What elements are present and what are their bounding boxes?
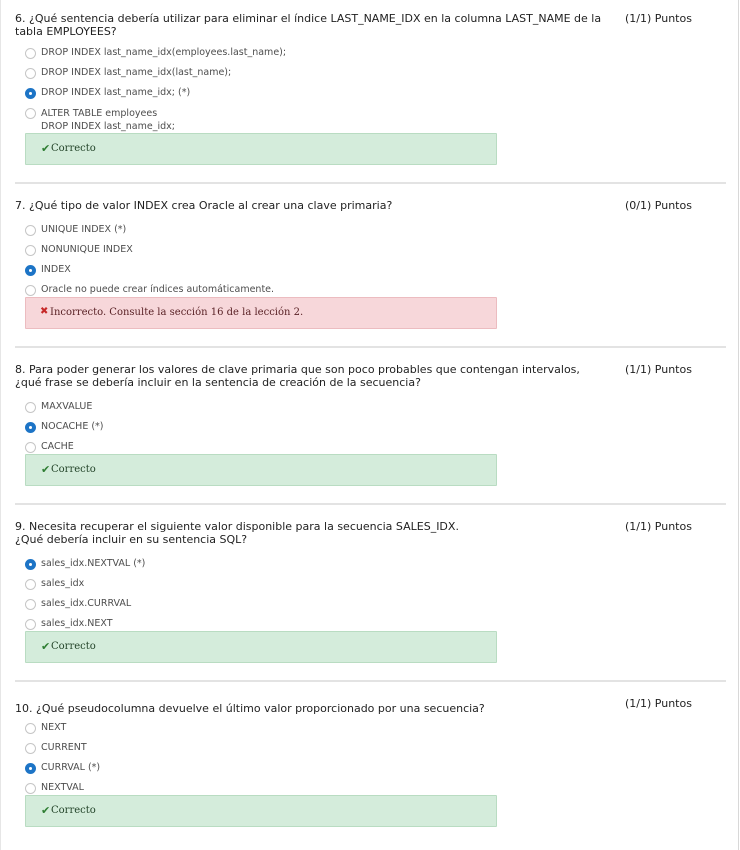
- option-2[interactable]: sales_idx.CURRVAL: [25, 598, 585, 614]
- question-text: 6. ¿Qué sentencia debería utilizar para …: [15, 12, 602, 38]
- feedback-text: Correcto: [51, 143, 96, 154]
- check-icon: ✔: [41, 640, 51, 653]
- option-label: CACHE: [41, 441, 74, 452]
- radio-button[interactable]: [25, 285, 36, 296]
- option-0[interactable]: sales_idx.NEXTVAL (*): [25, 558, 585, 574]
- option-label: Oracle no puede crear índices automática…: [41, 284, 275, 295]
- radio-button[interactable]: [25, 743, 36, 754]
- option-label: INDEX: [41, 264, 71, 275]
- option-label: MAXVALUE: [41, 401, 93, 412]
- radio-button-selected[interactable]: [25, 763, 36, 774]
- radio-button[interactable]: [25, 723, 36, 734]
- option-label: ALTER TABLE employees DROP INDEX last_na…: [41, 108, 175, 132]
- question-text: 10. ¿Qué pseudocolumna devuelve el últim…: [15, 702, 485, 715]
- option-3[interactable]: ALTER TABLE employees DROP INDEX last_na…: [25, 107, 585, 135]
- option-2[interactable]: DROP INDEX last_name_idx; (*): [25, 87, 585, 103]
- radio-button[interactable]: [25, 225, 36, 236]
- radio-button[interactable]: [25, 68, 36, 79]
- radio-button[interactable]: [25, 599, 36, 610]
- option-2[interactable]: INDEX: [25, 264, 585, 280]
- feedback-box-correct: ✔ Correcto: [25, 133, 497, 165]
- option-label: NEXTVAL: [41, 782, 84, 793]
- radio-button-selected[interactable]: [25, 422, 36, 433]
- option-label: sales_idx.CURRVAL: [41, 598, 132, 609]
- question-text: 7. ¿Qué tipo de valor INDEX crea Oracle …: [15, 199, 393, 212]
- radio-button[interactable]: [25, 245, 36, 256]
- option-label: NOCACHE (*): [41, 421, 104, 432]
- option-0[interactable]: NEXT: [25, 722, 585, 738]
- option-label: CURRVAL (*): [41, 762, 101, 773]
- option-label: sales_idx.NEXTVAL (*): [41, 558, 146, 569]
- radio-button[interactable]: [25, 442, 36, 453]
- option-label: DROP INDEX last_name_idx(employees.last_…: [41, 47, 287, 58]
- option-label: CURRENT: [41, 742, 87, 753]
- feedback-text: Correcto: [51, 641, 96, 652]
- option-0[interactable]: DROP INDEX last_name_idx(employees.last_…: [25, 47, 585, 63]
- option-2[interactable]: CURRVAL (*): [25, 762, 585, 778]
- radio-button[interactable]: [25, 108, 36, 119]
- option-label: sales_idx: [41, 578, 85, 589]
- feedback-box-correct: ✔ Correcto: [25, 631, 497, 663]
- option-label: DROP INDEX last_name_idx(last_name);: [41, 67, 232, 78]
- option-label: NEXT: [41, 722, 67, 733]
- feedback-text: Correcto: [51, 805, 96, 816]
- radio-button[interactable]: [25, 579, 36, 590]
- option-label: sales_idx.NEXT: [41, 618, 113, 629]
- radio-button[interactable]: [25, 783, 36, 794]
- option-0[interactable]: MAXVALUE: [25, 401, 585, 417]
- option-1[interactable]: NOCACHE (*): [25, 421, 585, 437]
- option-1[interactable]: DROP INDEX last_name_idx(last_name);: [25, 67, 585, 83]
- option-label: UNIQUE INDEX (*): [41, 224, 127, 235]
- radio-button-selected[interactable]: [25, 265, 36, 276]
- option-1[interactable]: NONUNIQUE INDEX: [25, 244, 585, 260]
- feedback-text: Correcto: [51, 464, 96, 475]
- question-text: 9. Necesita recuperar el siguiente valor…: [15, 520, 459, 546]
- quiz-results-panel: 6. ¿Qué sentencia debería utilizar para …: [0, 0, 739, 850]
- divider: [15, 503, 726, 505]
- points-label: (1/1) Puntos: [625, 12, 692, 25]
- feedback-box-correct: ✔ Correcto: [25, 795, 497, 827]
- check-icon: ✔: [41, 463, 51, 476]
- radio-button[interactable]: [25, 619, 36, 630]
- option-label: DROP INDEX last_name_idx; (*): [41, 87, 191, 98]
- radio-button-selected[interactable]: [25, 559, 36, 570]
- option-1[interactable]: CURRENT: [25, 742, 585, 758]
- divider: [15, 346, 726, 348]
- radio-button[interactable]: [25, 402, 36, 413]
- radio-button[interactable]: [25, 48, 36, 59]
- feedback-box-incorrect: ✖ Incorrecto. Consulte la sección 16 de …: [25, 297, 497, 329]
- question-text: 8. Para poder generar los valores de cla…: [15, 363, 580, 389]
- points-label: (1/1) Puntos: [625, 520, 692, 533]
- divider: [15, 182, 726, 184]
- radio-button-selected[interactable]: [25, 88, 36, 99]
- points-label: (1/1) Puntos: [625, 697, 692, 710]
- option-1[interactable]: sales_idx: [25, 578, 585, 594]
- option-0[interactable]: UNIQUE INDEX (*): [25, 224, 585, 240]
- option-label: NONUNIQUE INDEX: [41, 244, 133, 255]
- divider: [15, 680, 726, 682]
- cross-icon: ✖: [40, 306, 49, 317]
- check-icon: ✔: [41, 142, 51, 155]
- points-label: (1/1) Puntos: [625, 363, 692, 376]
- feedback-text: Incorrecto. Consulte la sección 16 de la…: [50, 307, 304, 318]
- check-icon: ✔: [41, 804, 51, 817]
- feedback-box-correct: ✔ Correcto: [25, 454, 497, 486]
- points-label: (0/1) Puntos: [625, 199, 692, 212]
